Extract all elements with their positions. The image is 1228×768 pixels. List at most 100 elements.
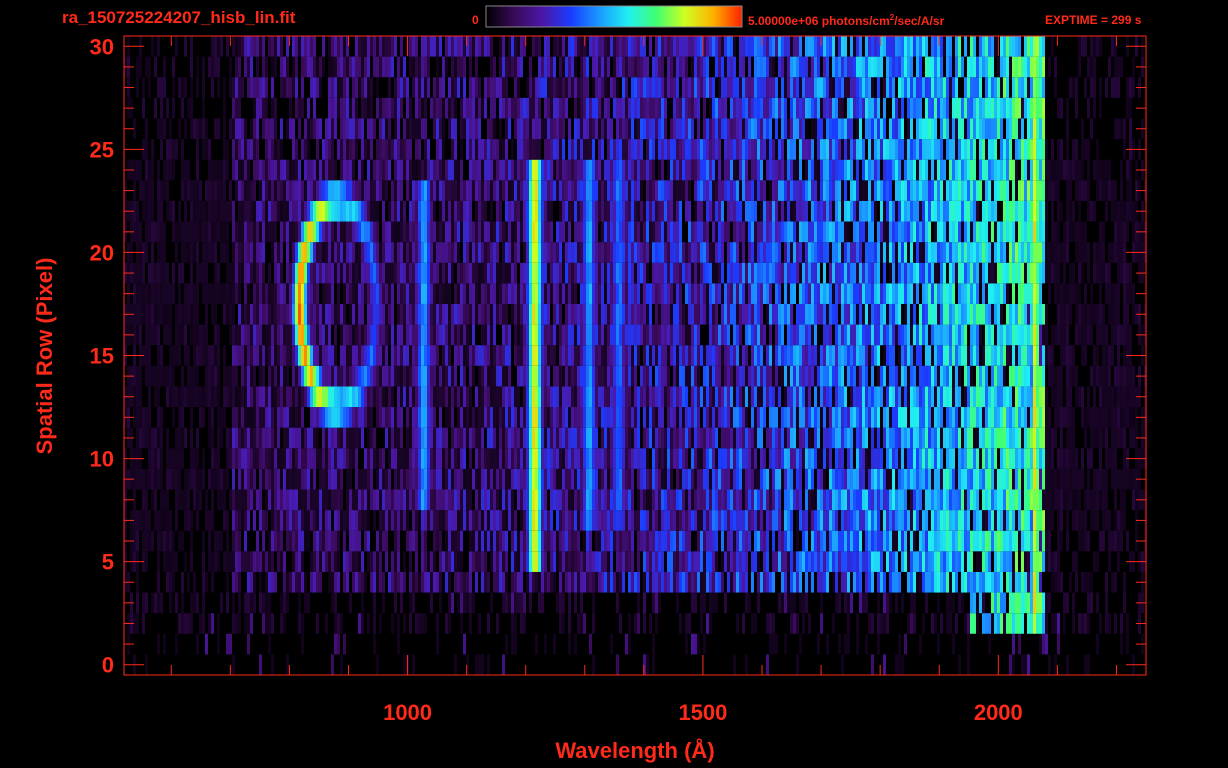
heatmap-cell [841, 345, 844, 366]
heatmap-cell [799, 345, 802, 366]
heatmap-cell [727, 551, 730, 572]
heatmap-cell [790, 407, 793, 428]
heatmap-cell [796, 427, 799, 449]
heatmap-cell [931, 427, 934, 449]
heatmap-cell [532, 468, 535, 490]
heatmap-cell [154, 468, 157, 490]
heatmap-cell [172, 365, 175, 387]
heatmap-cell [154, 386, 157, 408]
heatmap-cell [871, 510, 874, 531]
heatmap-cell [190, 365, 193, 387]
heatmap-cell [1090, 407, 1093, 428]
heatmap-cell [508, 489, 511, 511]
heatmap-cell [550, 551, 553, 572]
heatmap-cell [847, 551, 850, 572]
heatmap-cell [421, 551, 424, 572]
heatmap-cell [331, 654, 334, 675]
heatmap-cell [1066, 530, 1069, 552]
heatmap-cell [247, 551, 250, 572]
heatmap-cell [961, 571, 964, 593]
heatmap-cell [886, 283, 889, 304]
heatmap-cell [901, 489, 904, 511]
heatmap-cell [259, 510, 262, 531]
heatmap-cell [745, 448, 748, 469]
heatmap-cell [172, 551, 175, 572]
heatmap-cell [1051, 551, 1054, 572]
heatmap-cell [1075, 551, 1078, 572]
heatmap-cell [619, 324, 622, 346]
heatmap-cell [535, 386, 538, 408]
heatmap-cell [145, 407, 148, 428]
heatmap-cell [1015, 324, 1018, 346]
heatmap-cell [289, 571, 292, 593]
heatmap-cell [823, 530, 826, 552]
heatmap-cell [1123, 303, 1126, 325]
heatmap-cell [688, 510, 691, 531]
heatmap-cell [394, 489, 397, 511]
heatmap-cell [481, 654, 484, 675]
heatmap-cell [946, 510, 949, 531]
heatmap-cell [928, 489, 931, 511]
heatmap-cell [1114, 324, 1117, 346]
heatmap-cell [577, 613, 580, 634]
heatmap-cell [244, 530, 247, 552]
heatmap-cell [460, 530, 463, 552]
heatmap-cell [655, 407, 658, 428]
heatmap-cell [712, 571, 715, 593]
heatmap-cell [244, 427, 247, 449]
heatmap-cell [1024, 386, 1027, 408]
heatmap-cell [397, 427, 400, 449]
heatmap-cell [1060, 468, 1063, 490]
heatmap-cell [841, 303, 844, 325]
heatmap-cell [886, 303, 889, 325]
heatmap-cell [760, 489, 763, 511]
heatmap-cell [232, 345, 235, 366]
heatmap-cell [337, 468, 340, 490]
heatmap-cell [376, 345, 379, 366]
heatmap-cell [193, 571, 196, 593]
heatmap-cell [616, 551, 619, 572]
heatmap-cell [598, 571, 601, 593]
heatmap-cell [979, 386, 982, 408]
heatmap-cell [370, 324, 373, 346]
heatmap-cell [289, 530, 292, 552]
heatmap-cell [361, 345, 364, 366]
heatmap-cell [889, 386, 892, 408]
heatmap-cell [808, 510, 811, 531]
heatmap-cell [964, 613, 967, 634]
heatmap-cell [1075, 489, 1078, 511]
heatmap-cell [712, 427, 715, 449]
heatmap-cell [271, 489, 274, 511]
heatmap-cell [274, 571, 277, 593]
heatmap-cell [886, 510, 889, 531]
heatmap-cell [400, 427, 403, 449]
heatmap-cell [655, 468, 658, 490]
heatmap-cell [1042, 551, 1045, 572]
heatmap-cell [856, 633, 859, 655]
heatmap-cell [553, 633, 556, 655]
heatmap-cell [724, 427, 727, 449]
heatmap-cell [538, 571, 541, 593]
heatmap-cell [685, 283, 688, 304]
heatmap-cell [325, 489, 328, 511]
heatmap-cell [1132, 407, 1135, 428]
heatmap-cell [226, 448, 229, 469]
heatmap-cell [199, 345, 202, 366]
heatmap-cell [868, 448, 871, 469]
heatmap-cell [283, 365, 286, 387]
heatmap-cell [202, 613, 205, 634]
heatmap-cell [232, 510, 235, 531]
heatmap-cell [163, 324, 166, 346]
heatmap-cell [751, 489, 754, 511]
heatmap-cell [862, 468, 865, 490]
heatmap-cell [352, 407, 355, 428]
heatmap-cell [1018, 324, 1021, 346]
heatmap-cell [805, 386, 808, 408]
heatmap-cell [226, 386, 229, 408]
heatmap-cell [316, 530, 319, 552]
heatmap-cell [826, 365, 829, 387]
heatmap-cell [502, 324, 505, 346]
heatmap-cell [544, 303, 547, 325]
heatmap-cell [658, 489, 661, 511]
heatmap-cell [301, 571, 304, 593]
